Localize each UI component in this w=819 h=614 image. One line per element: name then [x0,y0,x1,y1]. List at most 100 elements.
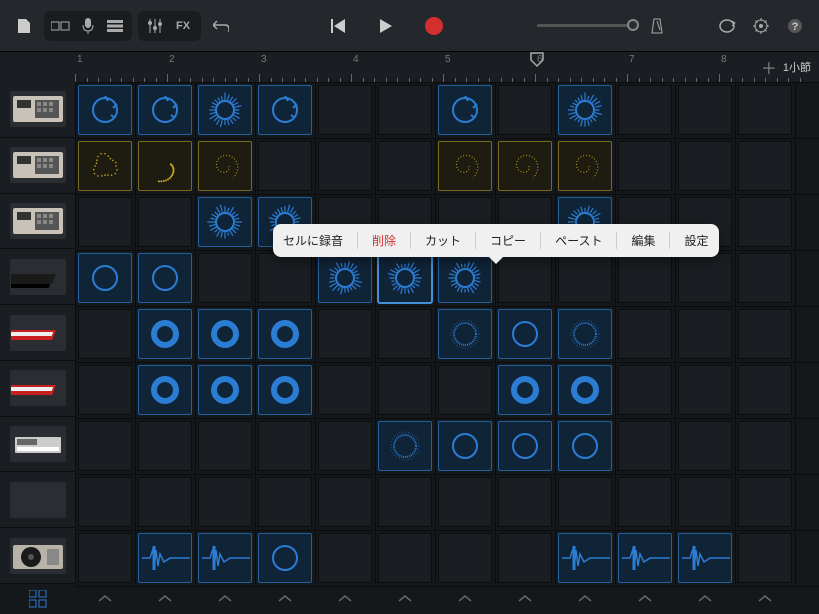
loop-cell[interactable] [378,85,432,135]
add-bar-button[interactable]: ＋ [761,55,777,79]
column-trigger[interactable] [675,595,735,603]
loop-cell[interactable] [498,365,552,415]
loop-cell[interactable] [78,309,132,359]
loop-cell[interactable] [318,141,372,191]
loop-cell[interactable] [438,365,492,415]
length-label[interactable]: 1小節 [783,59,811,75]
loop-cell[interactable] [438,141,492,191]
playhead-marker[interactable] [530,52,548,70]
loop-cell[interactable] [258,365,312,415]
track-header-empty[interactable] [0,472,75,528]
loop-cell[interactable] [138,253,192,303]
loop-cell[interactable] [378,477,432,527]
tracks-button[interactable] [103,14,127,38]
loop-cell[interactable] [318,253,372,303]
loop-cell[interactable] [258,253,312,303]
grid-view-toggle[interactable] [0,590,75,608]
column-trigger[interactable] [555,595,615,603]
loop-cell[interactable] [678,309,732,359]
column-trigger[interactable] [135,595,195,603]
loop-cell[interactable] [738,309,792,359]
column-trigger[interactable] [75,595,135,603]
loop-cell[interactable] [498,421,552,471]
loop-cell[interactable] [138,197,192,247]
loop-cell[interactable] [678,253,732,303]
browser-button[interactable] [10,12,38,40]
loop-cell[interactable] [78,85,132,135]
loop-cell[interactable] [618,85,672,135]
ruler-track[interactable]: 12345678 [75,52,761,82]
column-trigger[interactable] [495,595,555,603]
volume-knob[interactable] [627,19,639,31]
track-header-drum-machine-3[interactable] [0,194,75,250]
record-button[interactable] [420,12,448,40]
column-trigger[interactable] [615,595,675,603]
loop-cell[interactable] [378,365,432,415]
loop-cell[interactable] [618,533,672,583]
column-trigger[interactable] [435,595,495,603]
loop-cell[interactable] [378,253,432,303]
loop-cell[interactable] [438,85,492,135]
loop-cell[interactable] [618,477,672,527]
loop-cell[interactable] [138,421,192,471]
loop-cell[interactable] [78,197,132,247]
loop-cell[interactable] [258,141,312,191]
loop-cell[interactable] [438,533,492,583]
loop-cell[interactable] [738,477,792,527]
loop-cell[interactable] [138,365,192,415]
loop-cell[interactable] [438,309,492,359]
track-header-synth[interactable] [0,417,75,473]
loop-cell[interactable] [198,309,252,359]
timeline-ruler[interactable]: 12345678 ＋ 1小節 [0,52,819,82]
mixer-button[interactable] [143,14,167,38]
loop-cell[interactable] [558,421,612,471]
loop-cell[interactable] [198,533,252,583]
menu-item[interactable]: カット [425,232,461,249]
loop-cell[interactable] [318,85,372,135]
play-button[interactable] [372,12,400,40]
loop-cell[interactable] [618,365,672,415]
loop-cell[interactable] [198,253,252,303]
track-header-keys-2[interactable] [0,305,75,361]
column-trigger[interactable] [375,595,435,603]
loop-button[interactable] [713,12,741,40]
loop-cell[interactable] [78,253,132,303]
loop-cell[interactable] [198,421,252,471]
menu-item[interactable]: コピー [490,232,526,249]
loop-cell[interactable] [198,85,252,135]
loop-cell[interactable] [558,309,612,359]
loop-cell[interactable] [618,253,672,303]
loop-cell[interactable] [318,477,372,527]
menu-item[interactable]: セルに録音 [283,232,343,249]
loop-cell[interactable] [138,477,192,527]
loop-cell[interactable] [498,85,552,135]
track-header-drum-machine-1[interactable] [0,82,75,138]
settings-button[interactable] [747,12,775,40]
loop-cell[interactable] [138,85,192,135]
loop-cell[interactable] [558,141,612,191]
track-header-keys-3[interactable] [0,361,75,417]
loop-cell[interactable] [738,365,792,415]
loop-cell[interactable] [378,533,432,583]
loop-cell[interactable] [498,533,552,583]
loop-cell[interactable] [618,309,672,359]
rewind-button[interactable] [324,12,352,40]
loop-cell[interactable] [198,197,252,247]
loop-cell[interactable] [78,141,132,191]
loop-cell[interactable] [258,85,312,135]
loop-cell[interactable] [738,533,792,583]
loop-cell[interactable] [198,477,252,527]
loop-cell[interactable] [678,421,732,471]
loop-cell[interactable] [378,309,432,359]
loop-cell[interactable] [498,477,552,527]
menu-item[interactable]: 設定 [684,232,708,249]
track-header-drum-machine-2[interactable] [0,138,75,194]
loop-cell[interactable] [258,309,312,359]
fx-button[interactable]: FX [170,14,196,38]
loop-cell[interactable] [438,421,492,471]
loop-cell[interactable] [558,253,612,303]
loop-cell[interactable] [318,533,372,583]
loop-cell[interactable] [138,533,192,583]
loop-cell[interactable] [198,141,252,191]
track-header-keys-1[interactable] [0,249,75,305]
